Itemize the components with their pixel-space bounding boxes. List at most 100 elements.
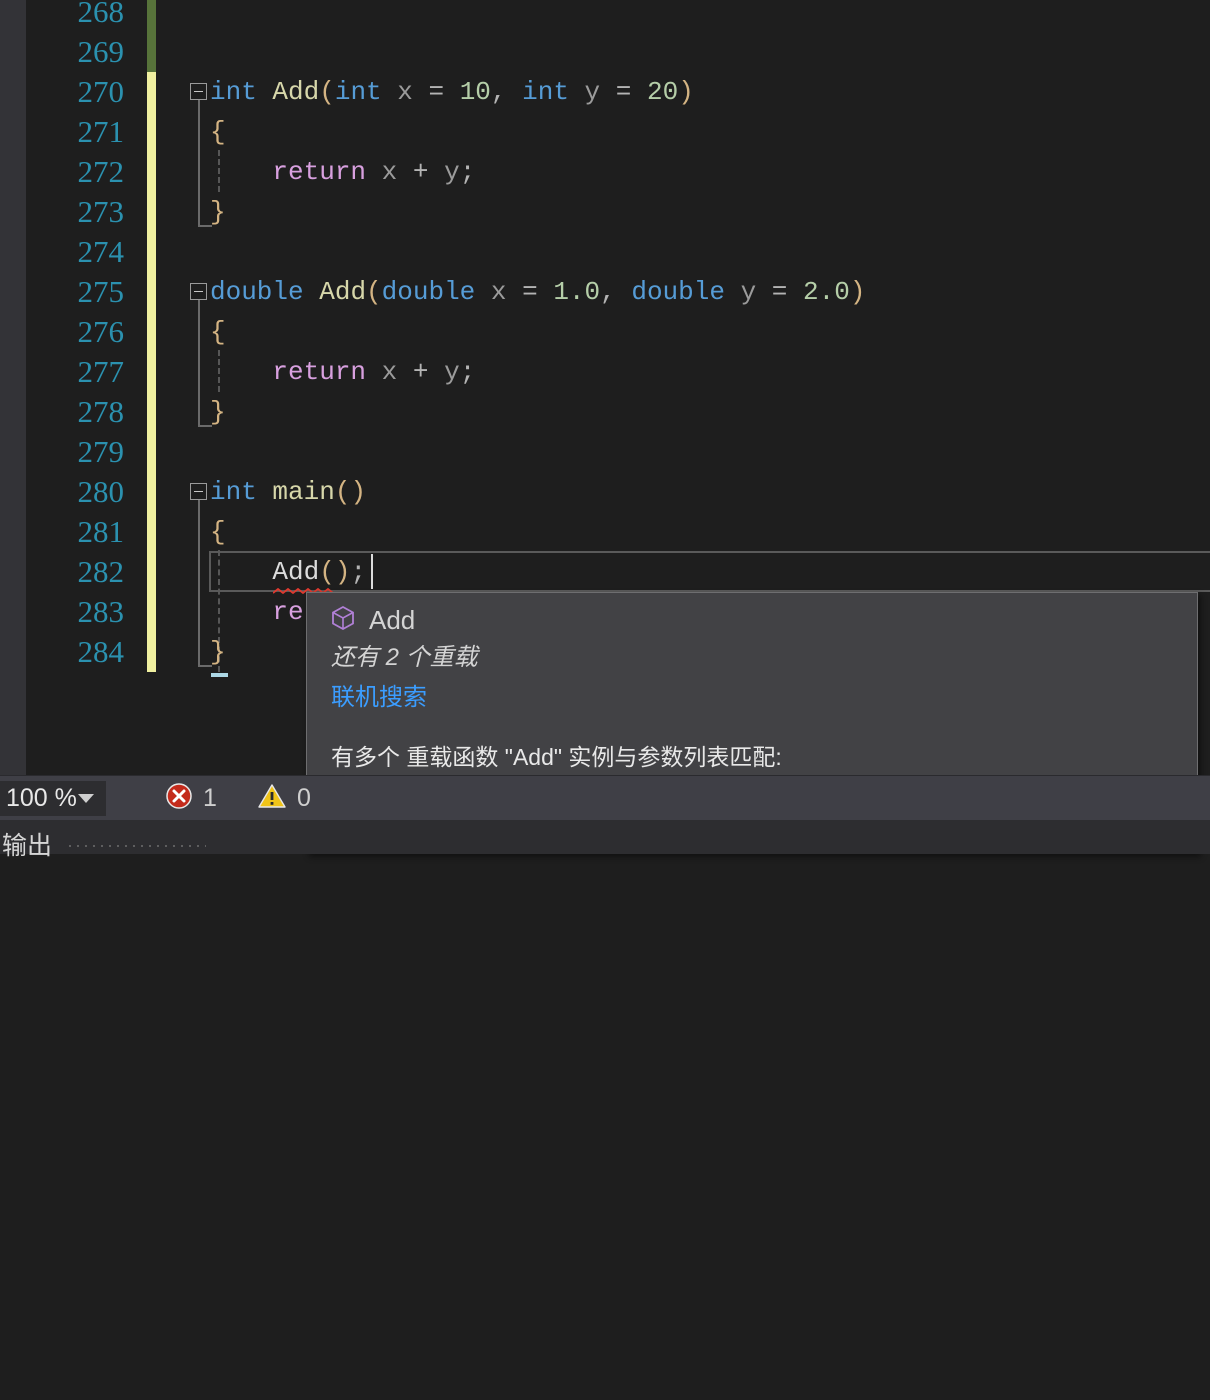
- outline-bracket: [198, 300, 200, 425]
- code-token: [210, 557, 272, 587]
- code-token: ;: [350, 557, 366, 587]
- code-token: (): [335, 477, 366, 507]
- code-token: [366, 357, 382, 387]
- tooltip-title: Add: [369, 605, 415, 636]
- code-token: [304, 277, 320, 307]
- code-line[interactable]: int main(): [210, 472, 366, 512]
- code-token: +: [397, 357, 444, 387]
- code-token: [257, 477, 273, 507]
- fold-toggle-icon[interactable]: [190, 83, 207, 100]
- output-panel[interactable]: 输出: [0, 820, 1210, 854]
- text-caret: [371, 554, 373, 589]
- online-search-link[interactable]: 联机搜索: [331, 677, 427, 712]
- code-line[interactable]: return x + y;: [210, 352, 475, 392]
- code-token: y: [444, 357, 460, 387]
- error-icon: [165, 782, 193, 815]
- panel-drag-grip[interactable]: [66, 842, 206, 850]
- code-token: y: [585, 77, 601, 107]
- code-token: +: [397, 157, 444, 187]
- zoom-level-value: 100 %: [6, 784, 77, 813]
- code-line[interactable]: double Add(double x = 1.0, double y = 2.…: [210, 272, 865, 312]
- line-number: 283: [24, 592, 124, 632]
- line-number: 278: [24, 392, 124, 432]
- code-token: main: [272, 477, 334, 507]
- zoom-level-dropdown[interactable]: 100 %: [0, 781, 106, 816]
- code-token: ,: [600, 277, 631, 307]
- fold-toggle-icon[interactable]: [190, 483, 207, 500]
- code-token: int: [210, 77, 257, 107]
- warning-count-label: 0: [297, 784, 311, 813]
- error-count-label: 1: [203, 784, 217, 813]
- code-token: y: [444, 157, 460, 187]
- change-bar-unsaved: [147, 72, 156, 672]
- change-bar-saved: [147, 0, 156, 72]
- code-token: int: [210, 477, 257, 507]
- code-token: {: [210, 117, 226, 147]
- code-line[interactable]: }: [210, 632, 226, 672]
- code-line[interactable]: {: [210, 112, 226, 152]
- code-token: [569, 77, 585, 107]
- line-number: 268: [24, 0, 124, 32]
- code-token: Add: [319, 277, 366, 307]
- output-panel-title: 输出: [2, 826, 52, 862]
- code-token: double: [631, 277, 725, 307]
- line-number: 273: [24, 192, 124, 232]
- code-token: }: [210, 397, 226, 427]
- code-token: (: [319, 77, 335, 107]
- fold-toggle-icon[interactable]: [190, 283, 207, 300]
- code-token: int: [522, 77, 569, 107]
- warning-count-group[interactable]: 0: [257, 782, 311, 815]
- code-token: {: [210, 517, 226, 547]
- line-number-gutter: 268 269 270 271 272 273 274 275 276 277 …: [26, 0, 142, 775]
- code-token: x: [382, 157, 398, 187]
- code-line[interactable]: {: [210, 512, 226, 552]
- code-token: [725, 277, 741, 307]
- code-token: {: [210, 317, 226, 347]
- code-token: double: [210, 277, 304, 307]
- code-token: [475, 277, 491, 307]
- code-token: ): [678, 77, 694, 107]
- line-number: 281: [24, 512, 124, 552]
- code-token: double: [382, 277, 476, 307]
- code-token: x: [382, 357, 398, 387]
- code-token: (): [319, 557, 350, 587]
- code-token: ;: [460, 357, 476, 387]
- outline-bracket: [198, 500, 200, 665]
- code-token: [366, 157, 382, 187]
- code-line[interactable]: return x + y;: [210, 152, 475, 192]
- code-token: Add: [272, 557, 319, 587]
- line-number: 275: [24, 272, 124, 312]
- code-token: 20: [647, 77, 678, 107]
- code-line[interactable]: {: [210, 312, 226, 352]
- line-number: 274: [24, 232, 124, 272]
- line-number: 279: [24, 432, 124, 472]
- code-token: int: [335, 77, 382, 107]
- code-token: 10: [460, 77, 491, 107]
- code-token: [210, 157, 272, 187]
- code-token: return: [272, 357, 366, 387]
- code-token: return: [272, 157, 366, 187]
- warning-icon: [257, 782, 287, 815]
- code-line[interactable]: int Add(int x = 10, int y = 20): [210, 72, 694, 112]
- code-line[interactable]: Add();: [210, 552, 366, 592]
- code-token: (: [366, 277, 382, 307]
- line-number: 284: [24, 632, 124, 672]
- line-number: 270: [24, 72, 124, 112]
- code-token: }: [210, 637, 226, 667]
- code-line[interactable]: }: [210, 392, 226, 432]
- code-token: =: [600, 77, 647, 107]
- error-message-head: 有多个 重载函数 "Add" 实例与参数列表匹配:: [331, 744, 782, 770]
- code-token: [210, 357, 272, 387]
- code-token: }: [210, 197, 226, 227]
- method-cube-icon: [331, 605, 355, 636]
- tooltip-overload-count: 还有 2 个重载: [331, 637, 478, 672]
- code-token: =: [756, 277, 803, 307]
- editor-left-margin-strip: [0, 0, 26, 775]
- error-count-group[interactable]: 1: [165, 782, 217, 815]
- code-token: x: [491, 277, 507, 307]
- editor-status-bar: 100 % 1 0: [0, 775, 1210, 820]
- outline-bracket: [198, 100, 200, 225]
- code-line[interactable]: }: [210, 192, 226, 232]
- line-number: 269: [24, 32, 124, 72]
- code-token: [210, 597, 272, 627]
